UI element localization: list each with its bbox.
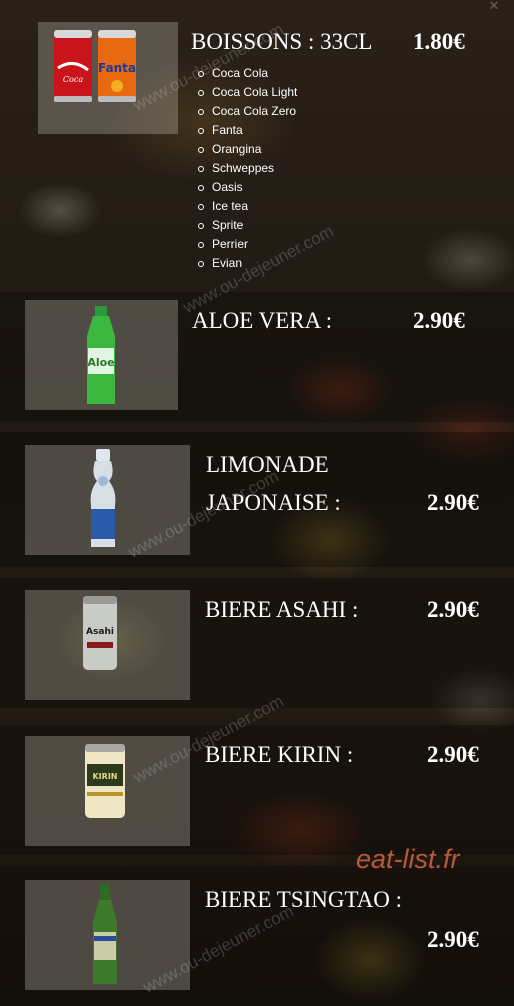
- brand-watermark: eat-list.fr: [356, 844, 460, 874]
- asahi-price: 2.90€: [427, 597, 479, 622]
- kirin-price: 2.90€: [427, 742, 479, 767]
- list-item: Fanta: [197, 121, 297, 140]
- limonade-price: 2.90€: [427, 490, 479, 515]
- list-item: Orangina: [197, 140, 297, 159]
- list-item: Coca Cola Light: [197, 83, 297, 102]
- tsingtao-title: BIERE TSINGTAO :: [205, 887, 403, 912]
- list-item: Sprite: [197, 216, 297, 235]
- list-item: Ice tea: [197, 197, 297, 216]
- aloe-photo: Aloe: [25, 300, 178, 410]
- boissons-list: Coca Cola Coca Cola Light Coca Cola Zero…: [192, 64, 297, 273]
- svg-text:KIRIN: KIRIN: [92, 772, 117, 781]
- aloe-bottle-image: Aloe: [87, 306, 115, 404]
- svg-text:Coca: Coca: [63, 75, 83, 84]
- close-icon[interactable]: ✕: [486, 0, 502, 14]
- asahi-photo: Asahi: [25, 590, 190, 700]
- boissons-photo: Coca Fanta: [38, 22, 178, 134]
- asahi-title: BIERE ASAHI :: [205, 597, 359, 622]
- tsingtao-price: 2.90€: [427, 927, 479, 952]
- svg-text:Fanta: Fanta: [98, 61, 136, 75]
- list-item: Coca Cola Zero: [197, 102, 297, 121]
- boissons-price: 1.80€: [413, 29, 465, 54]
- svg-text:Aloe: Aloe: [87, 356, 114, 369]
- asahi-can-image: Asahi: [83, 596, 117, 670]
- aloe-price: 2.90€: [413, 308, 465, 333]
- svg-text:Asahi: Asahi: [86, 627, 114, 637]
- cans-image: Coca Fanta: [54, 30, 136, 102]
- list-item: Oasis: [197, 178, 297, 197]
- kirin-title: BIERE KIRIN :: [205, 742, 354, 767]
- list-item: Schweppes: [197, 159, 297, 178]
- aloe-title: ALOE VERA :: [192, 308, 333, 333]
